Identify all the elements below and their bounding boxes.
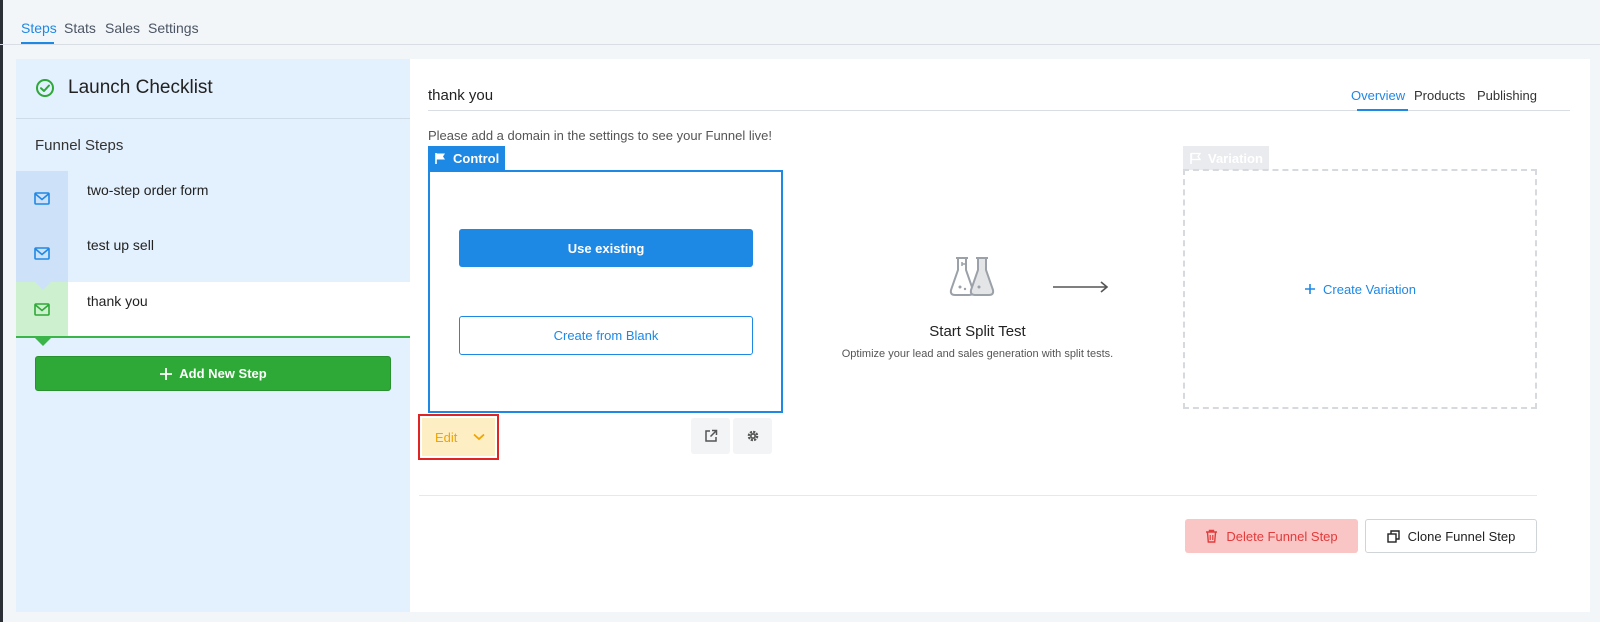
step-connector <box>35 282 51 290</box>
step-title: thank you <box>428 87 494 104</box>
step-label: test up sell <box>87 237 154 253</box>
launch-checklist[interactable]: Launch Checklist <box>16 59 410 119</box>
footer-divider <box>419 495 1537 496</box>
domain-notice: Please add a domain in the settings to s… <box>428 128 772 143</box>
flag-outline-icon <box>1190 152 1202 164</box>
split-test-flask-icon <box>948 254 1004 305</box>
active-tab-indicator <box>21 42 54 44</box>
add-new-step-button[interactable]: Add New Step <box>35 356 391 391</box>
variation-tag: Variation <box>1183 146 1269 170</box>
tab-steps[interactable]: Steps <box>21 20 57 36</box>
step-connector <box>35 227 51 235</box>
settings-button[interactable] <box>733 418 772 454</box>
trash-icon <box>1206 529 1218 543</box>
tab-publishing[interactable]: Publishing <box>1477 88 1537 103</box>
create-from-blank-button[interactable]: Create from Blank <box>459 316 753 355</box>
tab-stats[interactable]: Stats <box>64 20 96 36</box>
control-tag-label: Control <box>453 150 500 166</box>
create-variation-label: Create Variation <box>1323 281 1416 297</box>
chevron-down-icon <box>473 433 486 441</box>
step-icon-box <box>16 171 68 227</box>
step-item-test-up-sell[interactable]: test up sell <box>16 226 410 290</box>
mail-icon <box>34 303 50 316</box>
add-new-step-label: Add New Step <box>179 366 267 381</box>
flag-icon <box>435 152 445 164</box>
active-subtab-indicator <box>1357 109 1408 111</box>
plus-icon <box>160 367 173 380</box>
variation-panel: Create Variation <box>1183 169 1537 409</box>
delete-funnel-step-button[interactable]: Delete Funnel Step <box>1185 519 1358 553</box>
create-variation-button[interactable]: Create Variation <box>1304 282 1416 297</box>
step-icon-box <box>16 282 68 338</box>
clone-funnel-step-button[interactable]: Clone Funnel Step <box>1365 519 1537 553</box>
clone-funnel-step-label: Clone Funnel Step <box>1407 528 1516 544</box>
step-label: thank you <box>87 293 148 309</box>
funnel-steps-heading: Funnel Steps <box>35 137 124 154</box>
use-existing-button[interactable]: Use existing <box>459 229 753 267</box>
split-test-title: Start Split Test <box>929 323 1026 340</box>
check-circle-icon <box>35 78 55 98</box>
window-edge <box>0 0 3 622</box>
external-link-icon <box>704 429 717 442</box>
step-item-thank-you[interactable]: thank you <box>16 282 410 346</box>
open-external-button[interactable] <box>691 418 730 454</box>
arrow-right-icon <box>1052 279 1110 300</box>
step-item-two-step-order-form[interactable]: two-step order form <box>16 171 410 235</box>
control-panel: Use existing Create from Blank <box>428 170 783 413</box>
tab-products[interactable]: Products <box>1414 88 1465 103</box>
edit-dropdown-button[interactable]: Edit <box>418 414 499 460</box>
tab-settings[interactable]: Settings <box>148 20 199 36</box>
step-connector <box>35 338 51 346</box>
split-test-description: Optimize your lead and sales generation … <box>841 348 1114 360</box>
tab-overview[interactable]: Overview <box>1351 88 1405 103</box>
gear-icon <box>747 430 758 442</box>
delete-funnel-step-label: Delete Funnel Step <box>1226 528 1338 544</box>
control-tag: Control <box>428 146 506 170</box>
edit-label: Edit <box>435 429 458 445</box>
plus-icon <box>1305 284 1315 294</box>
step-label: two-step order form <box>87 182 209 198</box>
mail-icon <box>34 192 50 205</box>
main-panel: thank you Overview Products Publishing P… <box>410 59 1590 612</box>
launch-checklist-title: Launch Checklist <box>68 77 213 98</box>
top-tabs: Steps Stats Sales Settings <box>0 0 1600 45</box>
active-step-underline <box>16 336 410 338</box>
variation-tag-label: Variation <box>1208 150 1263 166</box>
tab-sales[interactable]: Sales <box>105 20 140 36</box>
sidebar: Launch Checklist Funnel Steps two-step o… <box>16 59 410 612</box>
copy-icon <box>1386 529 1400 543</box>
mail-icon <box>34 247 50 260</box>
